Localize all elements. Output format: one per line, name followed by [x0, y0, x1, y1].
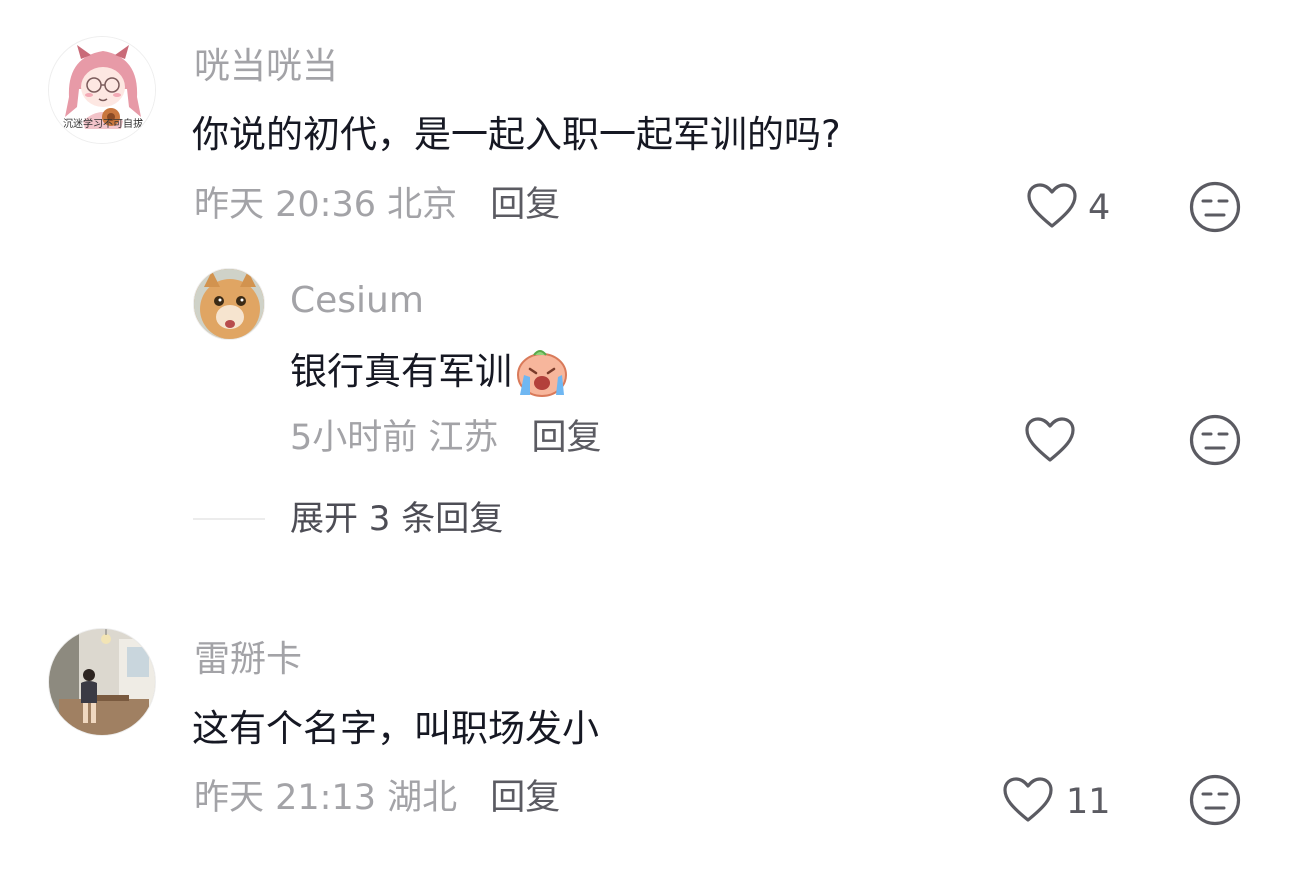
like-button[interactable]: 4: [1026, 182, 1126, 234]
meh-face-icon[interactable]: [1189, 181, 1241, 233]
heart-outline-icon: [1003, 777, 1053, 822]
comment-location: 湖北: [387, 778, 458, 818]
comment-time: 昨天 21:13: [194, 778, 376, 818]
expand-divider: [193, 518, 265, 520]
like-count: 11: [1066, 782, 1111, 822]
reply-location: 江苏: [428, 418, 499, 458]
crying-face-sticker-icon: [517, 350, 567, 397]
reply-button[interactable]: 回复: [490, 185, 560, 225]
comment-meta: 昨天 21:13 湖北 回复: [194, 776, 560, 820]
reply-time: 5小时前: [290, 418, 418, 458]
reply-text: 银行真有军训: [290, 350, 512, 393]
comment-text: 你说的初代，是一起入职一起军训的吗?: [192, 113, 841, 156]
avatar[interactable]: 沉迷学习不可自拔: [48, 36, 156, 144]
comment-location: 北京: [387, 185, 458, 225]
meh-face-icon[interactable]: [1189, 414, 1241, 466]
comment-username[interactable]: 雷掰卡: [194, 638, 302, 682]
comment-time: 昨天 20:36: [194, 185, 376, 225]
meh-face-icon[interactable]: [1189, 774, 1241, 826]
comment-text: 这有个名字，叫职场发小: [192, 707, 599, 750]
reply-meta: 5小时前 江苏 回复: [290, 416, 602, 460]
avatar-caption: 沉迷学习不可自拔: [63, 119, 143, 130]
cat-photo-avatar-image: [194, 269, 264, 339]
comment-username[interactable]: 咣当咣当: [194, 45, 338, 89]
avatar[interactable]: [48, 628, 156, 736]
expand-replies-button[interactable]: 展开 3 条回复: [290, 497, 503, 541]
comment-meta: 昨天 20:36 北京 回复: [194, 183, 560, 227]
reply-button[interactable]: 回复: [532, 418, 602, 458]
heart-outline-icon: [1025, 417, 1075, 462]
heart-outline-icon: [1027, 183, 1077, 228]
reply-button[interactable]: 回复: [490, 778, 560, 818]
reply-username[interactable]: Cesium: [290, 279, 424, 323]
avatar[interactable]: [193, 268, 265, 340]
like-button[interactable]: 11: [1002, 776, 1122, 828]
like-button[interactable]: [1024, 416, 1080, 466]
cafe-photo-avatar-image: [49, 629, 155, 735]
reply-content: 银行真有军训: [290, 345, 568, 399]
like-count: 4: [1088, 188, 1111, 228]
